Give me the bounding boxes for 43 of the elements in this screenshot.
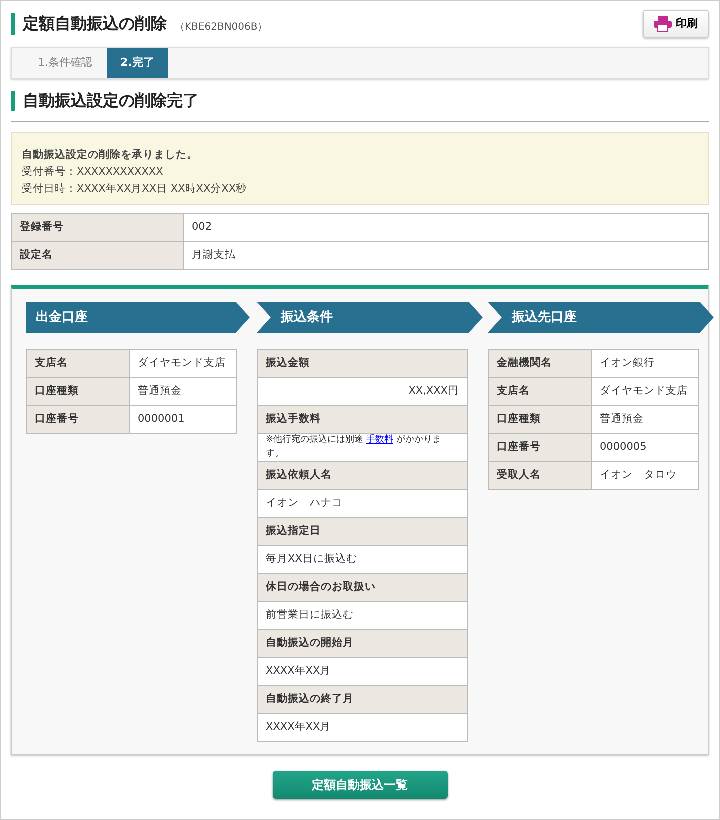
field-label: 休日の場合のお取扱い	[258, 574, 468, 602]
field-label: 口座番号	[26, 406, 130, 434]
field-label: 振込指定日	[258, 518, 468, 546]
field-value: イオン銀行	[592, 350, 698, 378]
field-value: 0000005	[592, 434, 698, 462]
field-value: 普通預金	[130, 378, 236, 406]
field-label: 受取人名	[488, 462, 592, 490]
field-label: 振込金額	[258, 350, 468, 378]
transfer-list-button[interactable]: 定額自動振込一覧	[272, 771, 448, 799]
field-label: 口座種類	[488, 406, 592, 434]
section-header: 振込先口座	[488, 302, 714, 333]
page-title: 定額自動振込の削除	[11, 13, 167, 35]
screen-code: （KBE62BN006B）	[175, 21, 268, 35]
field-value: 月謝支払	[184, 242, 708, 270]
field-label: 登録番号	[12, 214, 184, 242]
section-title: 自動振込設定の削除完了	[11, 91, 709, 111]
field-label: 設定名	[12, 242, 184, 270]
printer-icon	[654, 16, 672, 32]
field-label: 金融機関名	[488, 350, 592, 378]
print-button[interactable]: 印刷	[643, 10, 709, 38]
field-label: 振込手数料	[258, 406, 468, 434]
fee-link[interactable]: 手数料	[366, 435, 394, 445]
field-label: 支店名	[26, 350, 130, 378]
field-label: 自動振込の終了月	[258, 686, 468, 714]
field-label: 支店名	[488, 378, 592, 406]
notice-detail: 受付番号：XXXXXXXXXXXX	[22, 165, 164, 180]
step-label: 1.条件確認	[37, 55, 94, 71]
field-value: XXXX年XX月	[258, 714, 468, 742]
field-value: ダイヤモンド支店	[130, 350, 236, 378]
field-label: 口座番号	[488, 434, 592, 462]
field-value: ダイヤモンド支店	[592, 378, 698, 406]
field-value: 002	[184, 214, 708, 242]
notice-detail: 受付日時：XXXX年XX月XX日 XX時XX分XX秒	[22, 182, 248, 197]
notice-message: 自動振込設定の削除を承りました。	[22, 148, 199, 163]
section-header: 出金口座	[26, 302, 250, 333]
step-label: 2.完了	[106, 48, 168, 78]
field-value: 0000001	[130, 406, 236, 434]
field-value: 普通預金	[592, 406, 698, 434]
field-value: イオン タロウ	[592, 462, 698, 490]
field-label: 振込依頼人名	[258, 462, 468, 490]
section-header: 振込条件	[257, 302, 483, 333]
field-label: 口座種類	[26, 378, 130, 406]
field-label: 自動振込の開始月	[258, 630, 468, 658]
